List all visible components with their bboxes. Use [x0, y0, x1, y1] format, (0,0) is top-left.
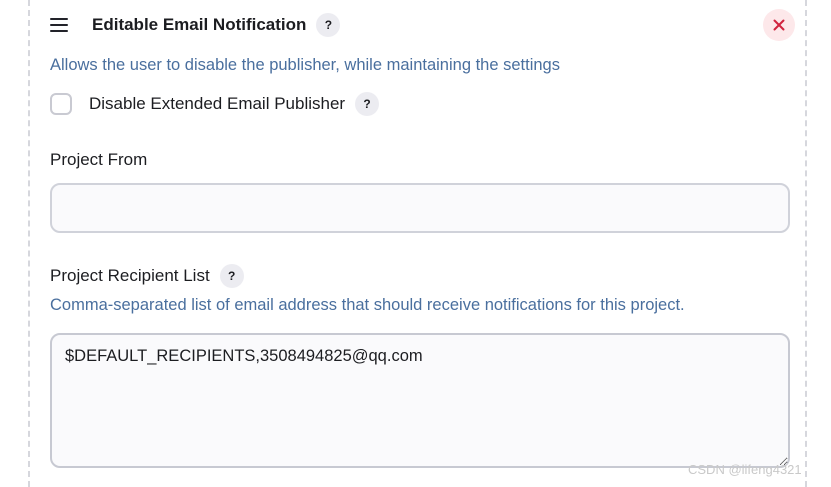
project-recipient-list-label: Project Recipient List ? — [50, 264, 244, 288]
close-icon — [773, 19, 785, 31]
disable-publisher-checkbox[interactable] — [50, 93, 72, 115]
project-from-input[interactable] — [50, 183, 790, 233]
title-help-icon[interactable]: ? — [316, 13, 341, 37]
project-recipient-list-label-text: Project Recipient List — [50, 266, 210, 285]
project-from-label: Project From — [50, 150, 147, 170]
publisher-panel: Editable Email Notification ? Allows the… — [28, 0, 807, 487]
recipient-list-help-icon[interactable]: ? — [219, 264, 244, 288]
disable-publisher-label[interactable]: Disable Extended Email Publisher — [89, 94, 345, 114]
panel-header: Editable Email Notification ? — [50, 10, 341, 40]
recipient-list-description: Comma-separated list of email address th… — [50, 296, 685, 314]
drag-handle-icon[interactable] — [50, 18, 68, 32]
disable-publisher-help-icon[interactable]: ? — [355, 92, 380, 116]
watermark: CSDN @lifeng4321 — [688, 462, 802, 477]
project-recipient-list-textarea[interactable]: $DEFAULT_RECIPIENTS,3508494825@qq.com — [50, 333, 790, 468]
project-from-label-text: Project From — [50, 150, 148, 169]
disable-publisher-row: Disable Extended Email Publisher ? — [50, 92, 380, 116]
publisher-description: Allows the user to disable the publisher… — [50, 56, 560, 74]
panel-title: Editable Email Notification — [92, 15, 307, 34]
close-button[interactable] — [763, 9, 795, 41]
